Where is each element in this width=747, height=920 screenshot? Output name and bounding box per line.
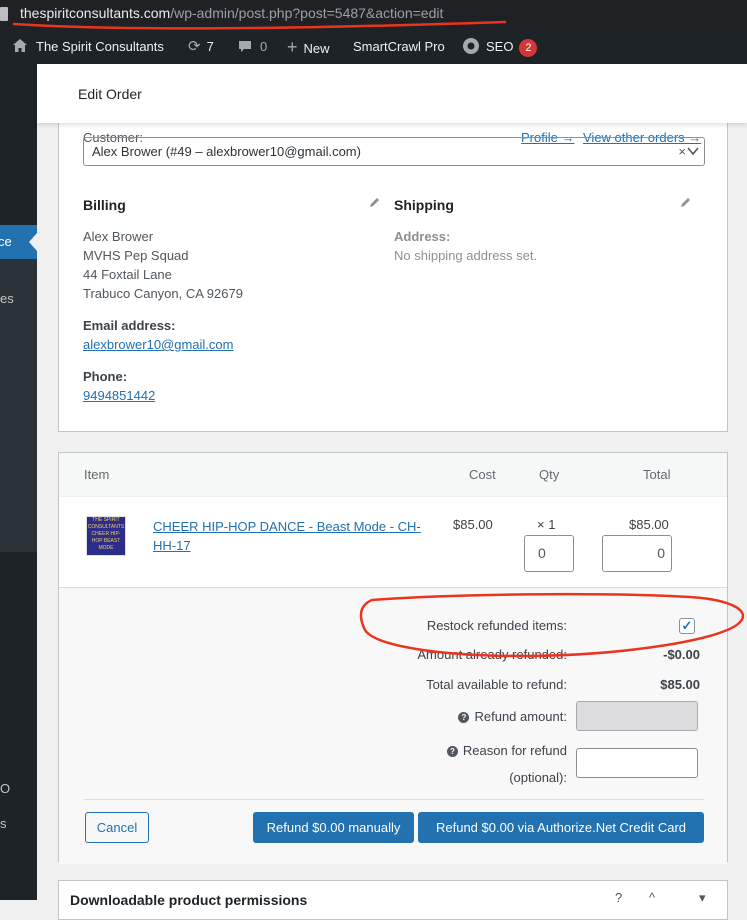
edit-shipping-icon[interactable] [680,196,692,208]
chevron-up-icon[interactable]: ^ [649,890,655,905]
product-name-link[interactable]: CHEER HIP-HOP DANCE - Beast Mode - CH-HH… [153,517,433,555]
billing-name: Alex Brower [83,229,154,244]
col-item: Item [84,467,110,482]
admin-sidebar: ce es O s [0,64,37,900]
admin-bar: The Spirit Consultants ⟳ 7 0 + New SmartCr… [0,30,747,64]
shipping-address-value: No shipping address set. [394,248,538,263]
sidebar-item-fragment[interactable]: O [0,781,10,796]
smartcrawl-link[interactable]: SmartCrawl Pro [353,30,445,64]
phone-link[interactable]: 9494851442 [83,386,155,405]
sidebar-item-fragment[interactable]: es [0,291,14,306]
toggle-icon[interactable]: ▾ [699,890,706,906]
url-text[interactable]: thespiritconsultants.com/wp-admin/post.p… [20,5,443,21]
reason-label-1: ? Reason for refund [446,743,567,758]
refund-gateway-button[interactable]: Refund $0.00 via Authorize.Net Credit Ca… [418,812,704,843]
col-cost: Cost [469,467,496,482]
clear-icon[interactable]: × [678,138,686,165]
billing-heading: Billing [83,197,126,213]
comments-link[interactable]: 0 [238,30,267,64]
seo-link[interactable]: SEO 2 [462,30,538,64]
home-icon [13,39,27,52]
order-details-panel: Customer: Profile → View other orders → … [58,110,728,432]
refund-section: Restock refunded items: ✓ Amount already… [59,587,727,864]
refund-amount-label-text: Refund amount: [474,709,567,724]
help-icon[interactable]: ? [615,890,622,905]
item-qty: × 1 [537,517,556,532]
seo-badge: 2 [519,39,538,57]
smartcrawl-label: SmartCrawl Pro [353,39,445,54]
items-table-header: Item Cost Qty Total [59,453,727,497]
restock-label: Restock refunded items: [426,618,567,633]
refund-total-input[interactable]: 0 [602,535,672,572]
restock-checkbox[interactable]: ✓ [679,618,695,634]
customer-select[interactable]: Alex Brower (#49 – alexbrower10@gmail.co… [83,137,705,166]
billing-address: Alex Brower MVHS Pep Squad 44 Foxtail La… [83,227,243,303]
updates-count: 7 [206,39,214,54]
cancel-button[interactable]: Cancel [85,812,149,843]
refund-amount-input[interactable] [576,701,698,731]
refund-qty-input[interactable]: 0 [524,535,574,572]
phone-label: Phone: [83,369,128,384]
seo-gear-icon [463,38,479,54]
billing-city: Trabuco Canyon, CA 92679 [83,286,243,301]
browser-url-bar[interactable]: thespiritconsultants.com/wp-admin/post.p… [0,0,747,30]
new-content-link[interactable]: + New [287,30,330,64]
product-thumbnail: THE SPIRIT CONSULTANTS CHEER HIP-HOP BEA… [86,516,126,556]
url-path: /wp-admin/post.php?post=5487&action=edit [170,5,444,21]
comments-count: 0 [260,39,268,54]
new-label: New [303,41,330,56]
reason-label-text: Reason for refund [462,743,567,758]
customer-select-value: Alex Brower (#49 – alexbrower10@gmail.co… [92,144,361,159]
lock-icon [0,7,8,21]
shipping-address-label: Address: [394,229,451,244]
seo-label: SEO [486,39,514,54]
updates-link[interactable]: ⟳ 7 [188,30,214,64]
item-cost: $85.00 [453,517,493,532]
billing-company: MVHS Pep Squad [83,248,189,263]
refund-manually-button[interactable]: Refund $0.00 manually [253,812,414,843]
refund-reason-input[interactable] [576,748,698,778]
site-name-link[interactable]: The Spirit Consultants [12,30,164,64]
plus-icon: + [287,37,298,57]
chevron-down-icon [687,147,699,156]
available-label: Total available to refund: [426,677,567,692]
page-header: Edit Order [37,64,747,123]
help-icon[interactable]: ? [458,712,470,723]
already-refunded-label: Amount already refunded: [417,647,567,662]
already-refunded-value: -$0.00 [663,647,700,662]
col-total: Total [643,467,671,482]
email-label: Email address: [83,318,176,333]
site-name-label: The Spirit Consultants [36,39,164,54]
sidebar-active-label: ce [0,234,12,249]
help-icon[interactable]: ? [446,746,458,757]
edit-billing-icon[interactable] [369,196,381,208]
order-items-panel: Item Cost Qty Total THE SPIRIT CONSULTAN… [58,452,728,864]
email-link[interactable]: alexbrower10@gmail.com [83,335,233,354]
comment-icon [239,41,251,52]
col-qty: Qty [539,467,560,482]
item-total: $85.00 [629,517,669,532]
shipping-heading: Shipping [394,197,454,213]
reason-label-2: (optional): [509,770,567,785]
url-host: thespiritconsultants.com [20,5,171,21]
downloadable-permissions-title: Downloadable product permissions [70,892,308,908]
billing-street: 44 Foxtail Lane [83,267,172,282]
refund-divider [84,799,704,800]
sidebar-item-fragment[interactable]: s [0,816,7,831]
downloadable-permissions-panel: Downloadable product permissions ? ^ ▾ [58,880,728,920]
sidebar-active-pointer [29,233,37,251]
page-title: Edit Order [78,86,142,102]
refresh-icon: ⟳ [188,38,201,55]
available-value: $85.00 [660,677,700,692]
refund-amount-label: ? Refund amount: [458,709,567,724]
